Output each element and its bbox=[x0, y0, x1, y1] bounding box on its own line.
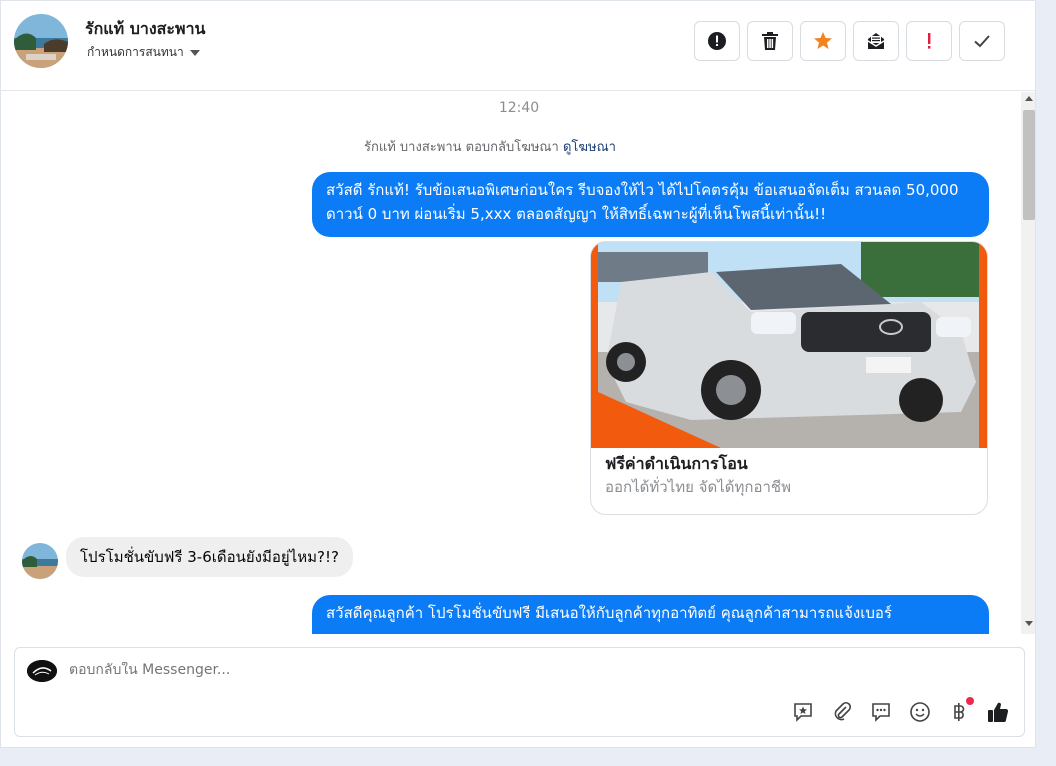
emoji-icon bbox=[910, 702, 930, 722]
ad-reply-note: รักแท้ บางสะพาน ตอบกลับโฆษณา ดูโฆษณา bbox=[364, 136, 616, 157]
mark-done-button[interactable] bbox=[959, 21, 1005, 61]
scroll-down-arrow-icon[interactable] bbox=[1025, 621, 1033, 626]
ad-reply-text: รักแท้ บางสะพาน ตอบกลับโฆษณา bbox=[364, 140, 559, 155]
assign-conversation-dropdown[interactable]: กำหนดการสนทนา bbox=[87, 43, 200, 62]
chat-bubble-icon bbox=[872, 703, 890, 722]
exclamation-icon bbox=[928, 33, 931, 49]
check-icon bbox=[974, 35, 990, 48]
ad-card-subtitle: ออกได้ทั่วไทย จัดได้ทุกอาชีพ bbox=[605, 478, 791, 496]
star-icon bbox=[814, 32, 832, 49]
message-timestamp: 12:40 bbox=[498, 100, 540, 116]
scroll-thumb[interactable] bbox=[1023, 110, 1035, 220]
outgoing-message: สวัสดี รักแท้! รับข้อเสนอพิเศษก่อนใคร รี… bbox=[312, 172, 989, 237]
trash-icon bbox=[762, 32, 778, 50]
emoji-button[interactable] bbox=[908, 700, 932, 724]
outgoing-message: สวัสดีคุณลูกค้า โปรโมชั่นขับฟรี มีเสนอให… bbox=[312, 595, 989, 634]
payment-button[interactable] bbox=[947, 697, 974, 724]
exclamation-circle-icon bbox=[708, 32, 726, 50]
saved-reply-button[interactable] bbox=[791, 700, 815, 724]
notification-dot bbox=[966, 697, 974, 705]
spam-button[interactable] bbox=[694, 21, 740, 61]
message-thread[interactable]: 12:40 รักแท้ บางสะพาน ตอบกลับโฆษณา ดูโฆษ… bbox=[1, 92, 1021, 634]
composer-tools bbox=[791, 697, 1010, 724]
mark-unread-button[interactable] bbox=[853, 21, 899, 61]
thread-scrollbar[interactable] bbox=[1021, 92, 1035, 634]
customer-avatar[interactable] bbox=[22, 543, 58, 579]
like-button[interactable] bbox=[986, 700, 1010, 724]
saved-reply-icon bbox=[794, 703, 812, 722]
attach-icon bbox=[834, 701, 852, 721]
ad-card-title: ฟรีค่าดำเนินการโอน bbox=[605, 454, 748, 473]
scroll-up-arrow-icon[interactable] bbox=[1025, 96, 1033, 101]
contact-name: รักแท้ บางสะพาน bbox=[85, 19, 206, 38]
incoming-message: โปรโมชั่นขับฟรี 3-6เดือนยังมีอยู่ไหม?!? bbox=[66, 537, 353, 577]
assign-label: กำหนดการสนทนา bbox=[87, 45, 184, 59]
attach-button[interactable] bbox=[830, 700, 854, 724]
contact-avatar[interactable] bbox=[14, 14, 68, 68]
baht-payment-icon bbox=[954, 703, 965, 721]
quick-reply-button[interactable] bbox=[869, 700, 893, 724]
caret-down-icon bbox=[189, 49, 200, 56]
ad-image bbox=[591, 242, 987, 448]
view-ad-link[interactable]: ดูโฆษณา bbox=[563, 140, 616, 155]
like-icon bbox=[988, 702, 1009, 722]
reply-composer bbox=[14, 647, 1025, 737]
star-button[interactable] bbox=[800, 21, 846, 61]
page-avatar bbox=[27, 660, 57, 682]
conversation-header: รักแท้ บางสะพาน กำหนดการสนทนา bbox=[1, 1, 1035, 91]
flag-important-button[interactable] bbox=[906, 21, 952, 61]
conversation-panel: รักแท้ บางสะพาน กำหนดการสนทนา 12:40 รักแ… bbox=[0, 0, 1036, 748]
delete-button[interactable] bbox=[747, 21, 793, 61]
mark-unread-icon bbox=[867, 33, 885, 49]
reply-input[interactable] bbox=[69, 662, 769, 678]
header-actions bbox=[694, 21, 1005, 61]
ad-card[interactable]: ฟรีค่าดำเนินการโอน ออกได้ทั่วไทย จัดได้ท… bbox=[590, 241, 988, 515]
